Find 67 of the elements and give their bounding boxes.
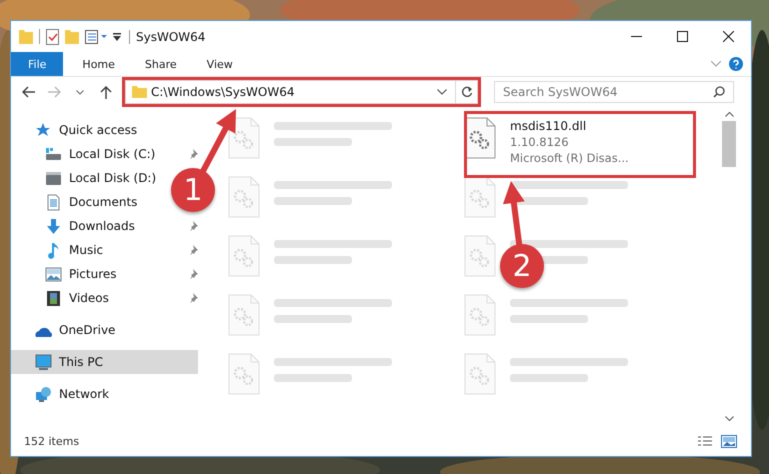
back-arrow-icon: [22, 86, 34, 98]
nav-item[interactable]: Videos: [11, 286, 115, 310]
search-icon[interactable]: [713, 86, 725, 98]
view-icon[interactable]: [85, 30, 107, 44]
caret-icon: [76, 90, 84, 94]
film-icon: [45, 290, 62, 306]
file-name[interactable]: msdis110.dll: [510, 119, 629, 133]
nav-item[interactable]: Quick access: [11, 118, 144, 142]
monitor-icon: [35, 354, 52, 370]
nav-item[interactable]: Documents: [11, 190, 144, 214]
star-icon: [35, 122, 52, 138]
faded-file-icon: [464, 176, 496, 218]
large-icons-view-button[interactable]: [721, 434, 737, 448]
search-field[interactable]: Search SysWOW64: [495, 85, 713, 99]
window-title: SysWOW64: [129, 30, 206, 44]
picture-icon: [45, 266, 62, 282]
network-icon: [35, 386, 52, 402]
nav-item[interactable]: Local Disk (D:): [11, 166, 162, 190]
up-arrow-icon: [100, 86, 112, 98]
scrollbar-thumb[interactable]: [722, 121, 736, 167]
document-icon: [45, 194, 62, 210]
faded-file-icon: [228, 235, 260, 277]
forward-arrow-icon: [48, 86, 60, 98]
faded-file-icon: [228, 117, 260, 159]
refresh-icon: [460, 86, 472, 98]
customize-caret-icon[interactable]: [113, 32, 121, 40]
faded-file-icon: [464, 353, 496, 395]
nav-item[interactable]: Pictures: [11, 262, 123, 286]
pin-icon[interactable]: [188, 245, 198, 255]
ribbon-tab[interactable]: Share: [130, 52, 192, 76]
file-version: 1.10.8126: [510, 135, 570, 149]
help-icon[interactable]: [729, 57, 743, 71]
nav-item[interactable]: Local Disk (C:): [11, 142, 162, 166]
address-field[interactable]: C:\Windows\SysWOW64: [147, 85, 437, 99]
maximize-icon: [676, 31, 688, 42]
file-menu-button[interactable]: File: [11, 52, 64, 76]
item-count: 152 items: [24, 434, 80, 448]
faded-file-icon: [228, 353, 260, 395]
nav-item[interactable]: Music: [11, 238, 110, 262]
download-icon: [45, 218, 62, 234]
details-view-button[interactable]: [697, 434, 713, 448]
drive-icon: [45, 170, 62, 186]
ribbon-tab[interactable]: View: [192, 52, 248, 76]
faded-file-icon: [464, 235, 496, 277]
faded-file-icon: [464, 294, 496, 336]
pin-icon[interactable]: [188, 149, 198, 159]
dropdown-caret-icon[interactable]: [437, 89, 447, 95]
file-description: Microsoft (R) Disas...: [510, 151, 629, 165]
properties-icon[interactable]: [46, 28, 59, 44]
pin-icon[interactable]: [188, 293, 198, 303]
minimize-icon: [630, 36, 642, 37]
drive-icon: [45, 146, 62, 162]
nav-item[interactable]: This PC: [11, 350, 198, 374]
faded-file-icon: [228, 294, 260, 336]
faded-file-icon: [228, 176, 260, 218]
pin-icon[interactable]: [188, 221, 198, 231]
ribbon-tab[interactable]: Home: [67, 52, 130, 76]
expand-ribbon-icon[interactable]: [711, 61, 721, 67]
search-box[interactable]: Search SysWOW64: [494, 81, 734, 103]
nav-item[interactable]: OneDrive: [11, 318, 122, 342]
pin-icon[interactable]: [188, 269, 198, 279]
nav-item[interactable]: Network: [11, 382, 116, 406]
nav-item[interactable]: Downloads: [11, 214, 141, 238]
dll-file-icon: [464, 117, 496, 159]
close-icon: [722, 31, 734, 42]
folder-icon: [132, 86, 147, 98]
address-bar[interactable]: C:\Windows\SysWOW64: [125, 80, 478, 104]
